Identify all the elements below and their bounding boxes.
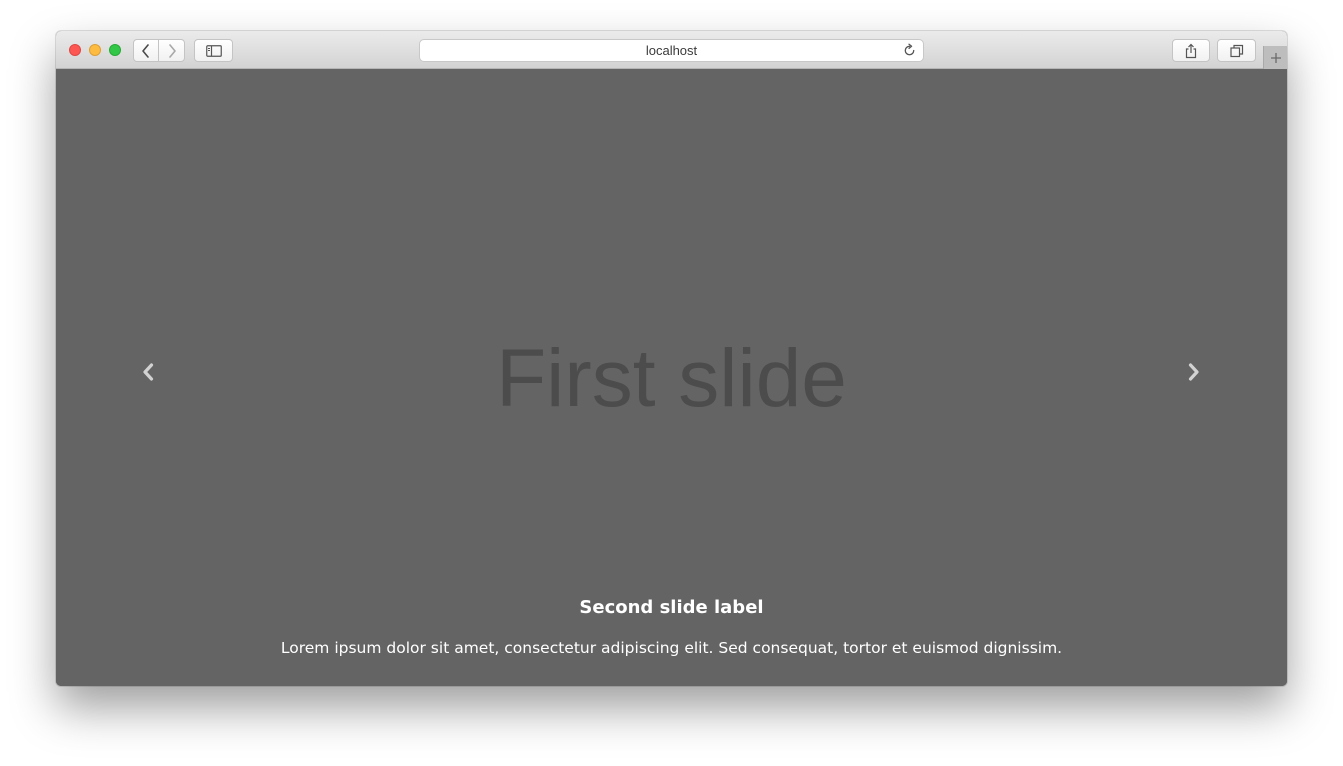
address-bar[interactable]: localhost	[419, 39, 924, 62]
carousel-prev-button[interactable]	[138, 360, 158, 384]
chevron-left-icon	[143, 363, 154, 381]
new-tab-button[interactable]	[1263, 46, 1287, 69]
url-text: localhost	[645, 43, 698, 58]
chevron-right-icon	[168, 43, 176, 58]
caption-title: Second slide label	[579, 597, 764, 618]
forward-button[interactable]	[158, 39, 185, 62]
carousel-next-button[interactable]	[1184, 360, 1204, 384]
plus-icon	[1270, 52, 1281, 63]
caption-text: Lorem ipsum dolor sit amet, consectetur …	[280, 639, 1063, 657]
maximize-window-button[interactable]	[109, 44, 121, 56]
chevron-left-icon	[142, 43, 149, 58]
share-icon	[1185, 43, 1197, 58]
back-button[interactable]	[133, 39, 159, 62]
close-window-button[interactable]	[69, 44, 81, 56]
carousel: First slide Second slide label Lorem ips…	[56, 70, 1287, 686]
sidebar-icon	[205, 44, 222, 57]
browser-window: localhost First slide Second slide label…	[56, 31, 1287, 686]
sidebar-button[interactable]	[194, 39, 233, 62]
tabs-overview-button[interactable]	[1217, 39, 1256, 62]
minimize-window-button[interactable]	[89, 44, 101, 56]
chevron-right-icon	[1188, 363, 1199, 381]
slide-placeholder-text: First slide	[496, 333, 847, 424]
browser-toolbar: localhost	[56, 31, 1287, 69]
tabs-overview-icon	[1229, 44, 1243, 57]
share-button[interactable]	[1172, 39, 1210, 62]
reload-icon[interactable]	[902, 43, 917, 58]
